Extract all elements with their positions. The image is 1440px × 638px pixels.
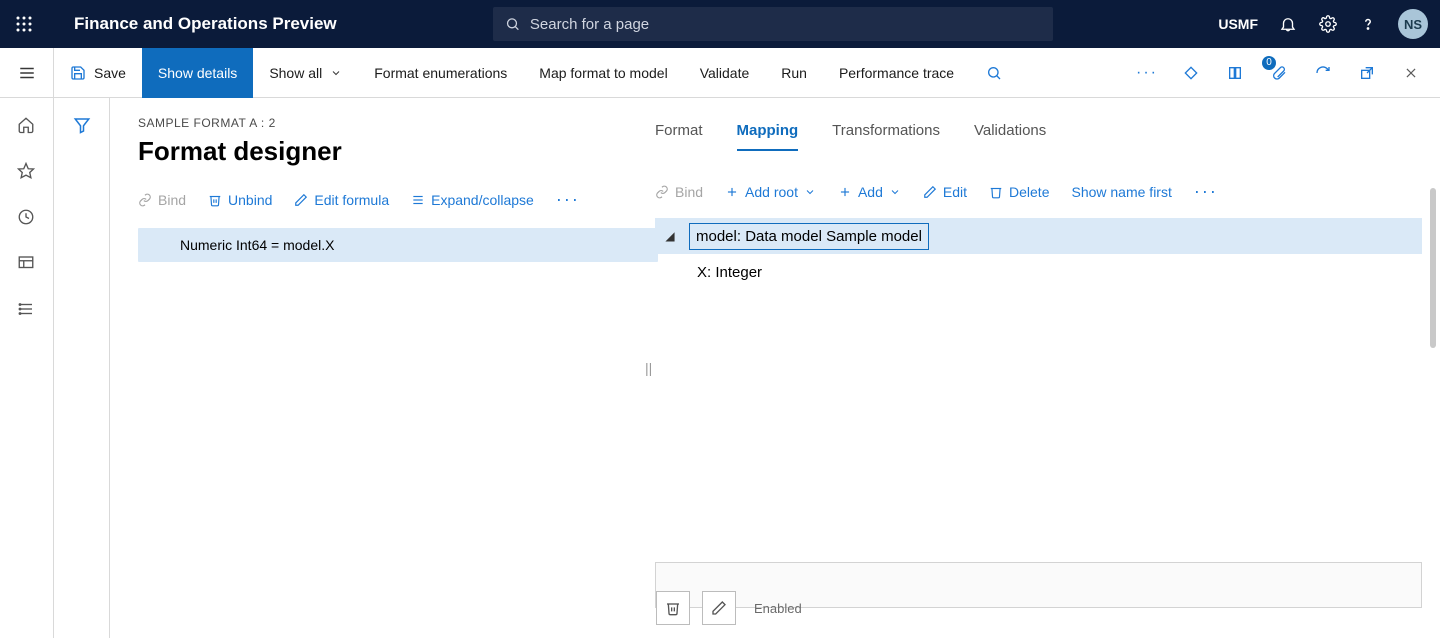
tab-mapping[interactable]: Mapping (737, 116, 799, 151)
page-title: Format designer (138, 136, 655, 167)
mapping-row-root[interactable]: ◢ model: Data model Sample model (655, 218, 1422, 254)
close-icon[interactable] (1400, 62, 1422, 84)
right-tabs: Format Mapping Transformations Validatio… (655, 116, 1422, 151)
app-title: Finance and Operations Preview (74, 14, 337, 34)
more-commands-icon[interactable]: ··· (1136, 62, 1158, 84)
left-nav-rail (0, 98, 54, 638)
attachments-icon[interactable]: 0 (1268, 62, 1290, 84)
user-avatar[interactable]: NS (1398, 9, 1428, 39)
right-more-icon[interactable]: ··· (1194, 181, 1218, 202)
tab-format[interactable]: Format (655, 116, 703, 151)
expand-collapse-button[interactable]: Expand/collapse (411, 192, 534, 208)
enabled-label: Enabled (754, 601, 802, 616)
filter-icon[interactable] (73, 116, 91, 134)
left-more-icon[interactable]: ··· (556, 189, 580, 210)
top-navbar: Finance and Operations Preview USMF NS (0, 0, 1440, 48)
left-actions: Bind Unbind Edit formula Expand/collapse… (138, 189, 655, 210)
workspaces-icon[interactable] (17, 254, 37, 274)
plus-icon (838, 185, 852, 199)
help-icon[interactable] (1358, 14, 1378, 34)
chevron-down-icon (330, 67, 342, 79)
mapping-row-child[interactable]: X: Integer (655, 254, 1422, 290)
pencil-icon (711, 600, 727, 616)
details-delete-button[interactable] (656, 591, 690, 625)
trash-icon (989, 185, 1003, 199)
filter-column (54, 98, 110, 638)
unbind-button[interactable]: Unbind (208, 192, 272, 208)
add-root-button[interactable]: Add root (725, 184, 816, 200)
modules-icon[interactable] (17, 300, 37, 320)
find-button[interactable] (970, 48, 1018, 98)
show-details-button[interactable]: Show details (142, 48, 253, 98)
save-label: Save (94, 65, 126, 81)
save-icon (70, 65, 86, 81)
details-edit-button[interactable] (702, 591, 736, 625)
search-icon (505, 16, 520, 32)
save-button[interactable]: Save (54, 48, 142, 98)
tab-validations[interactable]: Validations (974, 116, 1046, 151)
format-pane: SAMPLE FORMAT A : 2 Format designer Bind… (110, 98, 655, 638)
map-format-to-model-button[interactable]: Map format to model (523, 48, 683, 98)
format-enumerations-button[interactable]: Format enumerations (358, 48, 523, 98)
star-icon[interactable] (17, 162, 37, 182)
show-name-first-button[interactable]: Show name first (1071, 184, 1171, 200)
hamburger-icon[interactable] (0, 48, 54, 98)
bind-button: Bind (138, 192, 186, 208)
attachments-badge: 0 (1262, 56, 1276, 70)
chevron-down-icon (889, 186, 901, 198)
home-icon[interactable] (17, 116, 37, 136)
recent-icon[interactable] (17, 208, 37, 228)
delete-button[interactable]: Delete (989, 184, 1049, 200)
bell-icon[interactable] (1278, 14, 1298, 34)
vertical-scrollbar[interactable] (1430, 188, 1436, 348)
right-actions: Bind Add root Add Edit (655, 181, 1422, 202)
pencil-icon (923, 185, 937, 199)
command-bar: Save Show details Show all Format enumer… (0, 48, 1440, 98)
format-tree-row-label: Numeric Int64 = model.X (180, 237, 334, 253)
bind-mapping-button: Bind (655, 184, 703, 200)
show-all-button[interactable]: Show all (253, 48, 358, 98)
diamond-icon[interactable] (1180, 62, 1202, 84)
mapping-pane: || Format Mapping Transformations Valida… (655, 98, 1440, 638)
search-icon (986, 65, 1002, 81)
run-button[interactable]: Run (765, 48, 823, 98)
list-icon (411, 193, 425, 207)
splitter-handle[interactable]: || (645, 360, 652, 376)
edit-button[interactable]: Edit (923, 184, 967, 200)
mapping-row-child-label: X: Integer (697, 264, 762, 281)
format-tree-row[interactable]: Numeric Int64 = model.X (138, 228, 658, 262)
details-box: Enabled (655, 562, 1422, 608)
add-button[interactable]: Add (838, 184, 901, 200)
gear-icon[interactable] (1318, 14, 1338, 34)
mapping-tree: ◢ model: Data model Sample model X: Inte… (655, 218, 1422, 290)
trash-icon (208, 193, 222, 207)
environment-label[interactable]: USMF (1218, 16, 1258, 32)
search-input[interactable] (530, 16, 1041, 33)
edit-formula-button[interactable]: Edit formula (294, 192, 389, 208)
mapping-row-root-label: model: Data model Sample model (689, 223, 929, 250)
breadcrumb: SAMPLE FORMAT A : 2 (138, 116, 655, 130)
collapse-icon[interactable]: ◢ (661, 229, 679, 243)
link-icon (655, 185, 669, 199)
link-icon (138, 193, 152, 207)
trash-icon (665, 600, 681, 616)
popout-icon[interactable] (1356, 62, 1378, 84)
refresh-icon[interactable] (1312, 62, 1334, 84)
pencil-icon (294, 193, 308, 207)
tab-transformations[interactable]: Transformations (832, 116, 940, 151)
plus-icon (725, 185, 739, 199)
book-icon[interactable] (1224, 62, 1246, 84)
performance-trace-button[interactable]: Performance trace (823, 48, 970, 98)
validate-button[interactable]: Validate (684, 48, 766, 98)
waffle-icon[interactable] (12, 12, 36, 36)
main-region: SAMPLE FORMAT A : 2 Format designer Bind… (0, 98, 1440, 638)
chevron-down-icon (804, 186, 816, 198)
global-search[interactable] (493, 7, 1053, 41)
